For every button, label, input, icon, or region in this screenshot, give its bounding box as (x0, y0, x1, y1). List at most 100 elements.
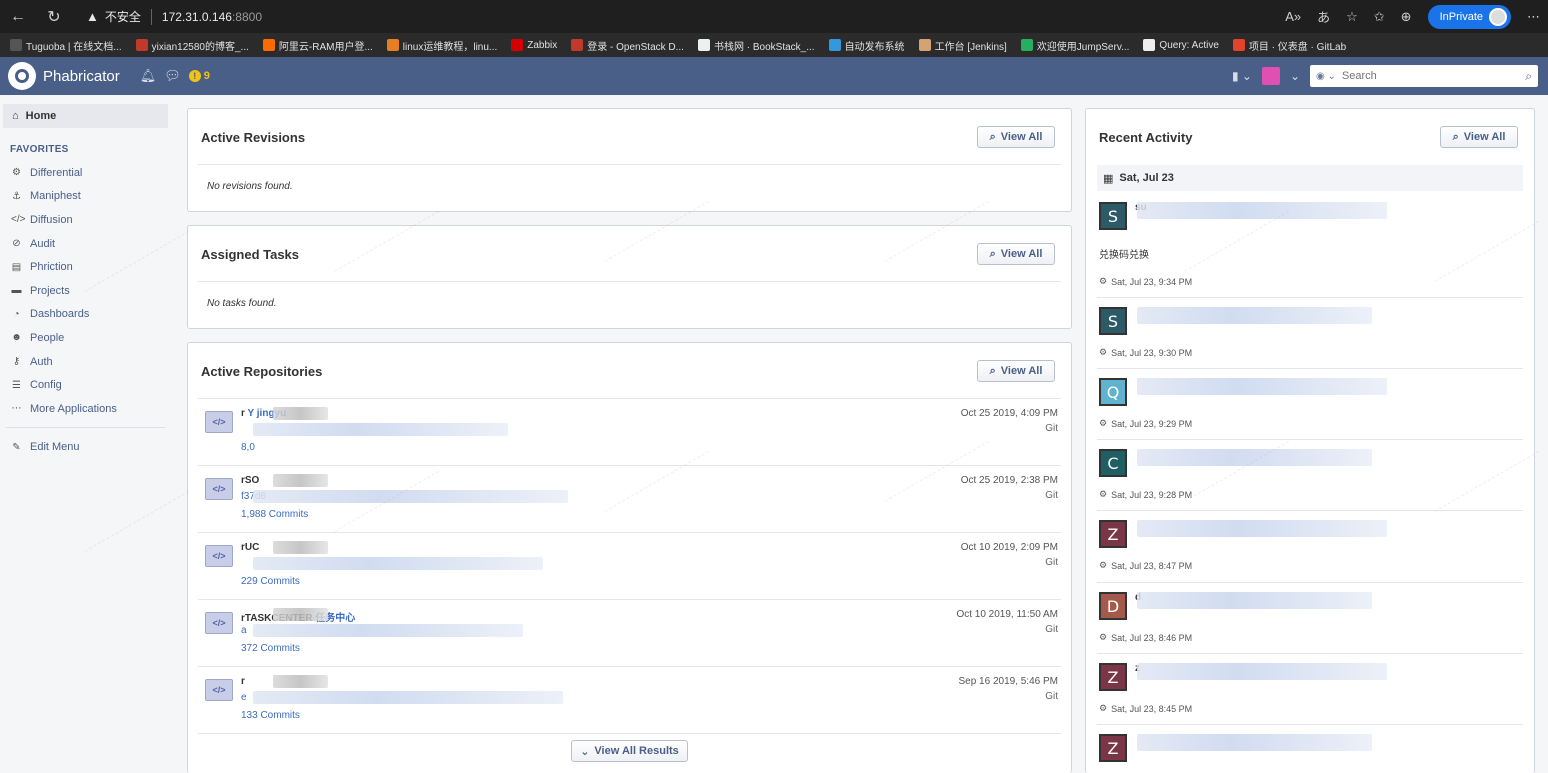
alert-icon[interactable]: ! (188, 70, 201, 82)
notifications-bell-icon[interactable]: 🔔︎ (140, 68, 157, 84)
bookmark-menu-icon[interactable]: ▮ ⌄ (1232, 69, 1252, 83)
anchor-icon: ⚓ (12, 190, 21, 202)
user-avatar[interactable]: Z (1099, 663, 1127, 691)
repository-row[interactable]: </> rUC 229 Commits Oct 10 2019, 2:09 PM Gi… (198, 533, 1061, 600)
search-icon: ⌕ (1452, 130, 1459, 143)
repository-name[interactable]: rUC (241, 542, 259, 553)
repository-row[interactable]: </>rTASKCENTER 任务中心a372 CommitsOct 10 20… (198, 600, 1061, 667)
sidebar-item-edit-menu[interactable]: ✎ Edit Menu (0, 436, 174, 460)
empty-message: No revisions found. (207, 181, 293, 192)
bookmark-item[interactable]: 欢迎使用JumpServ... (1020, 38, 1129, 53)
repository-name[interactable]: r (241, 676, 245, 687)
sidebar-item-home[interactable]: ⌂ Home (3, 104, 168, 128)
inprivate-badge[interactable]: InPrivate (1427, 4, 1511, 29)
sidebar-item-label: Auth (30, 355, 53, 368)
view-all-revisions-button[interactable]: ⌕ View All (977, 126, 1055, 148)
sidebar-item-config[interactable]: ☰ Config (0, 373, 174, 397)
bookmark-item[interactable]: Tuguoba | 在线文档... (10, 38, 122, 53)
commit-count-link[interactable]: 229 Commits (241, 576, 300, 587)
commit-count-link[interactable]: 133 Commits (241, 710, 300, 721)
repository-row[interactable]: </> r e 133 Commits Sep 16 2019, 5:46 PM Git (198, 667, 1061, 734)
commit-count-link[interactable]: 372 Commits (241, 643, 300, 654)
view-all-tasks-button[interactable]: ⌕ View All (977, 243, 1055, 265)
sidebar-item-people[interactable]: ☻ People (0, 326, 174, 350)
search-icon: ⌕ (989, 364, 996, 377)
day-header: ▦ Sat, Jul 23 (1097, 165, 1523, 191)
search-input[interactable] (1341, 70, 1520, 82)
sidebar-item-label: Differential (30, 166, 83, 179)
active-repositories-panel: Active Repositories ⌕ View All </> r Y jin… (187, 342, 1072, 773)
favorites-icon[interactable]: ✩ (1374, 9, 1385, 25)
view-all-activity-button[interactable]: ⌕ View All (1440, 126, 1518, 148)
conpherence-chat-icon[interactable]: 💬︎ (164, 68, 181, 84)
bookmark-item[interactable]: 自动发布系统 (828, 38, 905, 53)
sidebar-item-auth[interactable]: ⚷ Auth (0, 350, 174, 374)
commit-hash[interactable]: e (241, 692, 247, 703)
bookmark-item[interactable]: yixian12580的博客_... (135, 38, 249, 53)
search-icon: ⌕ (989, 247, 996, 260)
gear-icon: ⚙ (1099, 489, 1108, 499)
sidebar-item-label: More Applications (30, 402, 117, 415)
bookmark-item[interactable]: 工作台 [Jenkins] (918, 38, 1007, 53)
search-icon: ⌕ (989, 130, 996, 143)
view-all-results-button[interactable]: ⌄ View All Results (571, 740, 688, 762)
user-avatar[interactable]: Z (1099, 734, 1127, 762)
sidebar-item-dashboards[interactable]: ◔ Dashboards (0, 303, 174, 327)
last-commit-date: Oct 25 2019, 4:09 PM (960, 408, 1058, 419)
user-avatar[interactable]: C (1099, 449, 1127, 477)
search-icon[interactable]: ⌕ (1525, 69, 1532, 84)
user-avatar[interactable] (1261, 67, 1280, 85)
bookmark-item[interactable]: 登录 - OpenStack D... (571, 38, 684, 53)
repository-icon: </> (205, 545, 233, 567)
bookmark-item[interactable]: 项目 · 仪表盘 · GitLab (1232, 38, 1346, 53)
collections-icon[interactable]: ⊕ (1401, 9, 1412, 25)
commit-count-link[interactable]: 1,988 Commits (241, 509, 308, 520)
read-aloud-icon[interactable]: A» (1285, 9, 1301, 24)
view-all-repositories-button[interactable]: ⌕ View All (977, 360, 1055, 382)
vcs-type: Git (1045, 490, 1058, 501)
sidebar-item-more-applications[interactable]: ⋯ More Applications (0, 397, 174, 421)
bookmark-item[interactable]: 阿里云-RAM用户登... (262, 38, 373, 53)
user-avatar[interactable]: Z (1099, 520, 1127, 548)
user-avatar[interactable]: D (1099, 592, 1127, 620)
bookmark-item[interactable]: Zabbix (511, 39, 557, 51)
bookmark-favicon-icon (386, 39, 399, 51)
activity-timestamp: ⚙ Sat, Jul 23, 8:45 PM (1099, 703, 1192, 714)
user-avatar[interactable]: Q (1099, 378, 1127, 406)
activity-timestamp: ⚙ Sat, Jul 23, 9:34 PM (1099, 276, 1192, 287)
brand-name[interactable]: Phabricator (43, 68, 120, 85)
url-text[interactable]: 172.31.0.146:8800 (162, 10, 262, 24)
sidebar-item-projects[interactable]: ▬ Projects (0, 279, 174, 303)
activity-timestamp: ⚙ Sat, Jul 23, 9:28 PM (1099, 489, 1192, 500)
user-avatar[interactable]: S (1099, 202, 1127, 230)
user-menu-chevron-icon[interactable]: ⌄ (1290, 69, 1300, 83)
alert-count[interactable]: 9 (204, 70, 210, 82)
activity-time-text: Sat, Jul 23, 8:46 PM (1111, 632, 1193, 643)
repository-row[interactable]: </> r Y jingyu 8,0 Oct 25 2019, 4:09 PM Git (198, 399, 1061, 466)
address-bar[interactable]: ▲ 不安全 172.31.0.146:8800 (86, 0, 262, 33)
sidebar-item-differential[interactable]: ⚙ Differential (0, 161, 174, 185)
back-icon[interactable]: ← (0, 8, 36, 26)
add-favorite-icon[interactable]: ☆ (1346, 9, 1358, 25)
redacted-block (253, 691, 563, 704)
sidebar-item-diffusion[interactable]: </> Diffusion (0, 208, 174, 232)
repository-row[interactable]: </>rSO f37d61,988 CommitsOct 25 2019, 2:… (198, 466, 1061, 533)
sidebar-item-maniphest[interactable]: ⚓ Maniphest (0, 185, 174, 209)
phabricator-logo-icon[interactable] (8, 62, 36, 90)
translate-icon[interactable]: あ (1317, 7, 1330, 26)
user-avatar[interactable]: S (1099, 307, 1127, 335)
redacted-block (253, 490, 568, 503)
commit-count-link[interactable]: 8,0 (241, 442, 255, 453)
repository-name[interactable]: rSO (241, 475, 259, 486)
sidebar-item-phriction[interactable]: ▤ Phriction (0, 255, 174, 279)
reload-icon[interactable]: ↻ (36, 7, 72, 27)
redacted-block (1137, 520, 1387, 537)
bookmark-item[interactable]: 书栈网 · BookStack_... (697, 38, 815, 53)
sidebar-item-audit[interactable]: ⊘ Audit (0, 232, 174, 256)
search-scope-icon[interactable]: ◉ ⌄ (1316, 71, 1336, 82)
bookmark-favicon-icon (697, 39, 710, 51)
bookmark-item[interactable]: linux运维教程，linu... (386, 38, 497, 53)
commit-hash[interactable]: a (241, 625, 247, 636)
bookmark-item[interactable]: Query: Active (1143, 39, 1219, 51)
more-icon[interactable]: ⋯ (1527, 9, 1540, 25)
